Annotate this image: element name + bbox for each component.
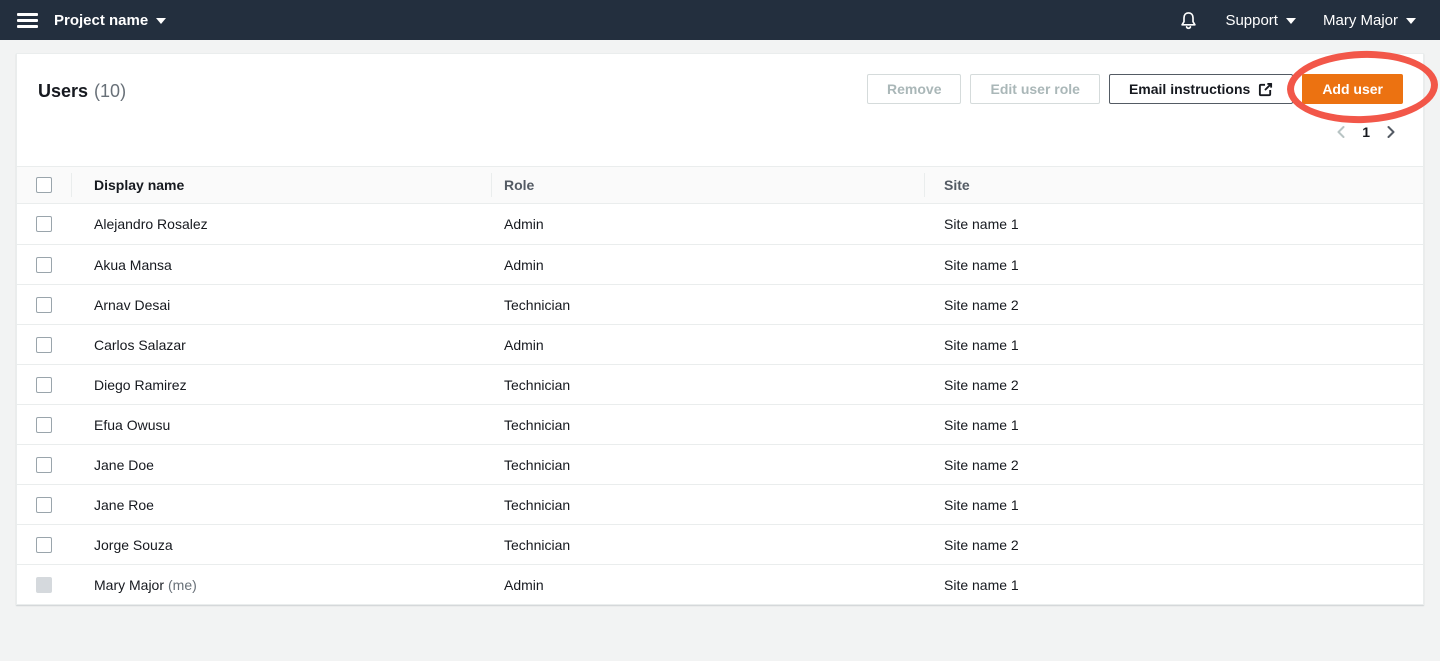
user-display-name: Akua Mansa [94,257,172,273]
row-checkbox[interactable] [36,497,52,513]
user-display-name: Efua Owusu [94,417,170,433]
row-checkbox[interactable] [36,257,52,273]
user-role: Technician [491,457,924,473]
row-checkbox[interactable] [36,537,52,553]
select-all-checkbox[interactable] [36,177,52,193]
table-body: Alejandro Rosalez Admin Site name 1 Akua… [17,204,1423,604]
chevron-left-icon [1335,125,1347,139]
external-link-icon [1258,82,1273,97]
user-site: Site name 2 [924,537,1423,553]
user-display-name: Jane Roe [94,497,154,513]
add-user-button[interactable]: Add user [1302,74,1403,104]
table-row[interactable]: Alejandro Rosalez Admin Site name 1 [17,204,1423,244]
table-header-area: Users (10) Remove Edit user role Email i… [17,54,1423,166]
user-display-name: Jane Doe [94,457,154,473]
user-display-name: Arnav Desai [94,297,170,313]
row-checkbox[interactable] [36,216,52,232]
user-site: Site name 2 [924,377,1423,393]
user-site: Site name 1 [924,216,1423,232]
user-site: Site name 2 [924,457,1423,473]
user-display-name: Alejandro Rosalez [94,216,208,232]
row-checkbox[interactable] [36,417,52,433]
column-header-role[interactable]: Role [491,167,924,203]
user-site: Site name 1 [924,417,1423,433]
hamburger-menu-button[interactable] [0,0,54,40]
user-role: Technician [491,417,924,433]
user-suffix: (me) [168,577,197,593]
row-checkbox[interactable] [36,337,52,353]
table-row[interactable]: Akua Mansa Admin Site name 1 [17,244,1423,284]
user-site: Site name 1 [924,577,1423,593]
project-name-label: Project name [54,12,148,29]
user-display-name: Mary Major [94,577,164,593]
user-display-name: Diego Ramirez [94,377,187,393]
table-row[interactable]: Jane Doe Technician Site name 2 [17,444,1423,484]
user-display-name: Jorge Souza [94,537,173,553]
user-menu-label: Mary Major [1323,12,1398,29]
hamburger-icon [17,13,38,16]
chevron-right-icon [1385,125,1397,139]
next-page-button[interactable] [1385,125,1397,139]
table-row[interactable]: Jane Roe Technician Site name 1 [17,484,1423,524]
bell-icon [1179,11,1198,30]
previous-page-button[interactable] [1335,125,1347,139]
support-menu[interactable]: Support [1225,12,1296,29]
users-table-card: Users (10) Remove Edit user role Email i… [16,53,1424,605]
caret-down-icon [1286,18,1296,24]
user-role: Admin [491,216,924,232]
users-count-badge: (10) [94,81,126,102]
user-role: Admin [491,577,924,593]
user-menu[interactable]: Mary Major [1323,12,1416,29]
email-instructions-button[interactable]: Email instructions [1109,74,1293,104]
table-row[interactable]: Arnav Desai Technician Site name 2 [17,284,1423,324]
user-role: Admin [491,337,924,353]
table-row[interactable]: Efua Owusu Technician Site name 1 [17,404,1423,444]
edit-user-role-button[interactable]: Edit user role [970,74,1099,104]
user-role: Technician [491,297,924,313]
page-title: Users (10) [38,81,126,102]
user-site: Site name 2 [924,297,1423,313]
user-role: Technician [491,497,924,513]
current-page-number: 1 [1362,124,1370,140]
table-row[interactable]: Carlos Salazar Admin Site name 1 [17,324,1423,364]
row-checkbox[interactable] [36,377,52,393]
column-header-display-name[interactable]: Display name [71,167,491,203]
notifications-button[interactable] [1179,11,1198,30]
table-column-headers: Display name Role Site [17,166,1423,204]
user-role: Technician [491,537,924,553]
user-site: Site name 1 [924,337,1423,353]
user-role: Technician [491,377,924,393]
caret-down-icon [156,18,166,24]
table-row[interactable]: Jorge Souza Technician Site name 2 [17,524,1423,564]
column-header-site[interactable]: Site [924,167,1423,203]
user-site: Site name 1 [924,257,1423,273]
table-actions: Remove Edit user role Email instructions… [867,74,1403,104]
pagination: 1 [1335,124,1397,140]
row-checkbox [36,577,52,593]
row-checkbox[interactable] [36,457,52,473]
email-instructions-label: Email instructions [1129,81,1250,97]
user-role: Admin [491,257,924,273]
table-row[interactable]: Mary Major(me) Admin Site name 1 [17,564,1423,604]
support-label: Support [1225,12,1278,29]
table-row[interactable]: Diego Ramirez Technician Site name 2 [17,364,1423,404]
user-display-name: Carlos Salazar [94,337,186,353]
project-name-menu[interactable]: Project name [54,12,166,29]
users-title: Users [38,81,88,102]
user-site: Site name 1 [924,497,1423,513]
row-checkbox[interactable] [36,297,52,313]
caret-down-icon [1406,18,1416,24]
top-nav: Project name Support Mary Major [0,0,1440,40]
remove-button[interactable]: Remove [867,74,961,104]
